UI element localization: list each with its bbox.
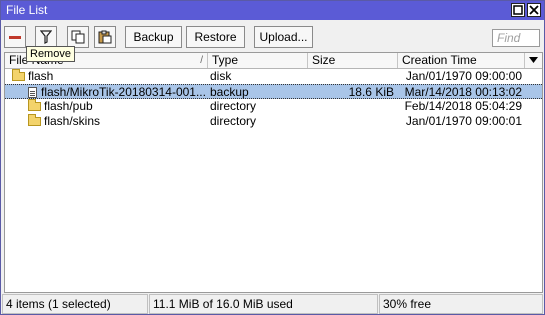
file-list-window: File List Backup Restore Upload... Find … — [0, 0, 545, 315]
table-row[interactable]: flash/pub directory Feb/14/2018 05:04:29 — [5, 99, 542, 114]
row-type: directory — [210, 99, 257, 113]
row-creation-time: Jan/01/1970 09:00:00 — [405, 69, 522, 83]
minus-icon — [9, 35, 21, 39]
window-title: File List — [6, 3, 48, 17]
remove-tooltip: Remove — [26, 46, 75, 62]
table-header: File Name / Type Size Creation Time — [5, 53, 542, 69]
table-row-selected[interactable]: flash/MikroTik-20180314-001... backup 18… — [5, 84, 542, 99]
status-items: 4 items (1 selected) — [2, 294, 148, 314]
status-usage: 11.1 MiB of 16.0 MiB used — [149, 294, 378, 314]
chevron-down-icon — [529, 57, 538, 63]
restore-button[interactable]: Restore — [186, 26, 245, 48]
row-name: flash/MikroTik-20180314-001... — [41, 85, 206, 99]
row-creation-time: Mar/14/2018 00:13:02 — [404, 85, 522, 99]
find-input[interactable]: Find — [492, 29, 540, 47]
status-bar: 4 items (1 selected) 11.1 MiB of 16.0 Mi… — [1, 294, 544, 314]
toolbar: Backup Restore Upload... Find — [1, 21, 544, 51]
row-type: directory — [210, 114, 257, 128]
folder-icon — [28, 99, 41, 111]
remove-button[interactable] — [4, 26, 26, 48]
folder-icon — [28, 114, 41, 126]
backup-button[interactable]: Backup — [125, 26, 182, 48]
row-size — [308, 69, 394, 84]
row-creation-time: Feb/14/2018 05:04:29 — [404, 99, 522, 113]
row-size — [308, 99, 394, 114]
copy-button[interactable] — [67, 26, 89, 48]
filter-icon — [40, 30, 52, 44]
table-row[interactable]: flash disk Jan/01/1970 09:00:00 — [5, 69, 542, 84]
filter-button[interactable] — [35, 26, 57, 48]
title-bar[interactable]: File List — [1, 1, 544, 20]
upload-button[interactable]: Upload... — [254, 26, 313, 48]
row-size: 18.6 KiB — [348, 85, 394, 99]
copy-icon — [71, 30, 85, 44]
folder-icon — [12, 69, 25, 81]
paste-button[interactable] — [94, 26, 116, 48]
row-size — [308, 114, 394, 129]
row-type: backup — [210, 85, 249, 99]
row-type: disk — [210, 69, 232, 83]
row-name: flash/pub — [44, 99, 93, 113]
column-header-creation-time[interactable]: Creation Time — [398, 53, 525, 68]
row-name: flash/skins — [44, 114, 101, 128]
paste-icon — [98, 30, 112, 44]
row-name: flash — [28, 69, 54, 83]
columns-menu-button[interactable] — [525, 53, 542, 68]
file-icon — [28, 87, 37, 98]
status-free: 30% free — [379, 294, 543, 314]
sort-marker: / — [200, 55, 203, 66]
column-header-size[interactable]: Size — [308, 53, 398, 68]
column-header-type[interactable]: Type — [208, 53, 308, 68]
row-creation-time: Jan/01/1970 09:00:01 — [405, 114, 522, 128]
file-table: File Name / Type Size Creation Time flas… — [4, 52, 543, 293]
restore-window-icon[interactable] — [511, 3, 525, 17]
table-row[interactable]: flash/skins directory Jan/01/1970 09:00:… — [5, 114, 542, 129]
close-icon[interactable] — [527, 3, 541, 17]
